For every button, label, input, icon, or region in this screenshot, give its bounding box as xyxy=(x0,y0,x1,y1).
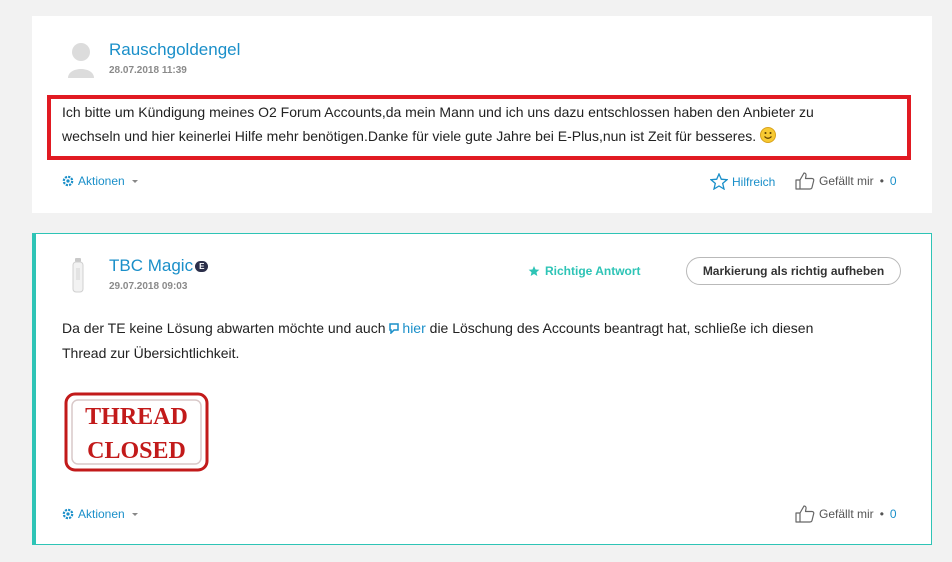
actions-menu[interactable]: Aktionen xyxy=(62,174,145,188)
post-body-line: Thread zur Übersichtlichkeit. xyxy=(62,345,240,361)
helpful-label: Hilfreich xyxy=(732,174,776,189)
separator-dot: • xyxy=(879,507,884,521)
actions-label: Aktionen xyxy=(78,507,125,521)
caret-down-icon xyxy=(131,513,138,516)
unmark-accepted-button[interactable]: Markierung als richtig aufheben xyxy=(686,257,901,285)
like-count[interactable]: 0 xyxy=(890,507,897,521)
stamp-line-1: THREAD xyxy=(85,404,188,430)
helpful-button[interactable]: Hilfreich xyxy=(710,173,775,190)
body-link-text[interactable]: hier xyxy=(402,320,425,336)
star-outline-icon xyxy=(710,173,728,190)
post-body-line: Ich bitte um Kündigung meines O2 Forum A… xyxy=(62,104,814,120)
user-avatar-icon[interactable] xyxy=(70,256,86,294)
actions-label: Aktionen xyxy=(78,174,125,188)
post-author[interactable]: TBC Magic xyxy=(109,256,193,275)
stamp-line-2: CLOSED xyxy=(87,438,186,464)
caret-down-icon xyxy=(131,180,138,183)
separator-dot: • xyxy=(879,174,884,188)
like-control[interactable]: Gefällt mir • 0 xyxy=(795,172,897,190)
gear-icon xyxy=(62,175,74,187)
star-solid-icon xyxy=(528,266,540,276)
actions-menu[interactable]: Aktionen xyxy=(62,507,145,521)
thread-closed-stamp: THREAD CLOSED xyxy=(64,392,209,472)
post-date: 29.07.2018 09:03 xyxy=(109,281,188,292)
post-body-line-1-wrap: Da der TE keine Lösung abwarten möchte u… xyxy=(62,316,813,341)
post-body-line-2-wrap: wechseln und hier keinerlei Hilfe mehr b… xyxy=(62,124,777,149)
post-body-text: die Löschung des Accounts beantragt hat,… xyxy=(429,320,814,336)
post-author[interactable]: Rauschgoldengel xyxy=(109,40,240,60)
post-body-line: wechseln und hier keinerlei Hilfe mehr b… xyxy=(62,128,757,144)
like-label: Gefällt mir xyxy=(819,174,874,188)
thumbs-up-icon xyxy=(795,505,815,523)
post-date: 28.07.2018 11:39 xyxy=(109,65,187,76)
thumbs-up-icon xyxy=(795,172,815,190)
like-label: Gefällt mir xyxy=(819,507,874,521)
external-link-icon xyxy=(389,323,400,334)
like-control[interactable]: Gefällt mir • 0 xyxy=(795,505,897,523)
post-body-text: Da der TE keine Lösung abwarten möchte u… xyxy=(62,320,386,336)
smiley-icon xyxy=(760,127,777,143)
body-link[interactable]: hier xyxy=(389,320,426,336)
accepted-solution-label: Richtige Antwort xyxy=(528,264,641,278)
role-badge: E xyxy=(195,261,209,272)
accepted-label-text: Richtige Antwort xyxy=(545,264,641,278)
post-author-wrap: TBC Magic E xyxy=(109,256,209,276)
gear-icon xyxy=(62,508,74,520)
user-avatar-icon[interactable] xyxy=(66,40,96,80)
like-count[interactable]: 0 xyxy=(890,174,897,188)
